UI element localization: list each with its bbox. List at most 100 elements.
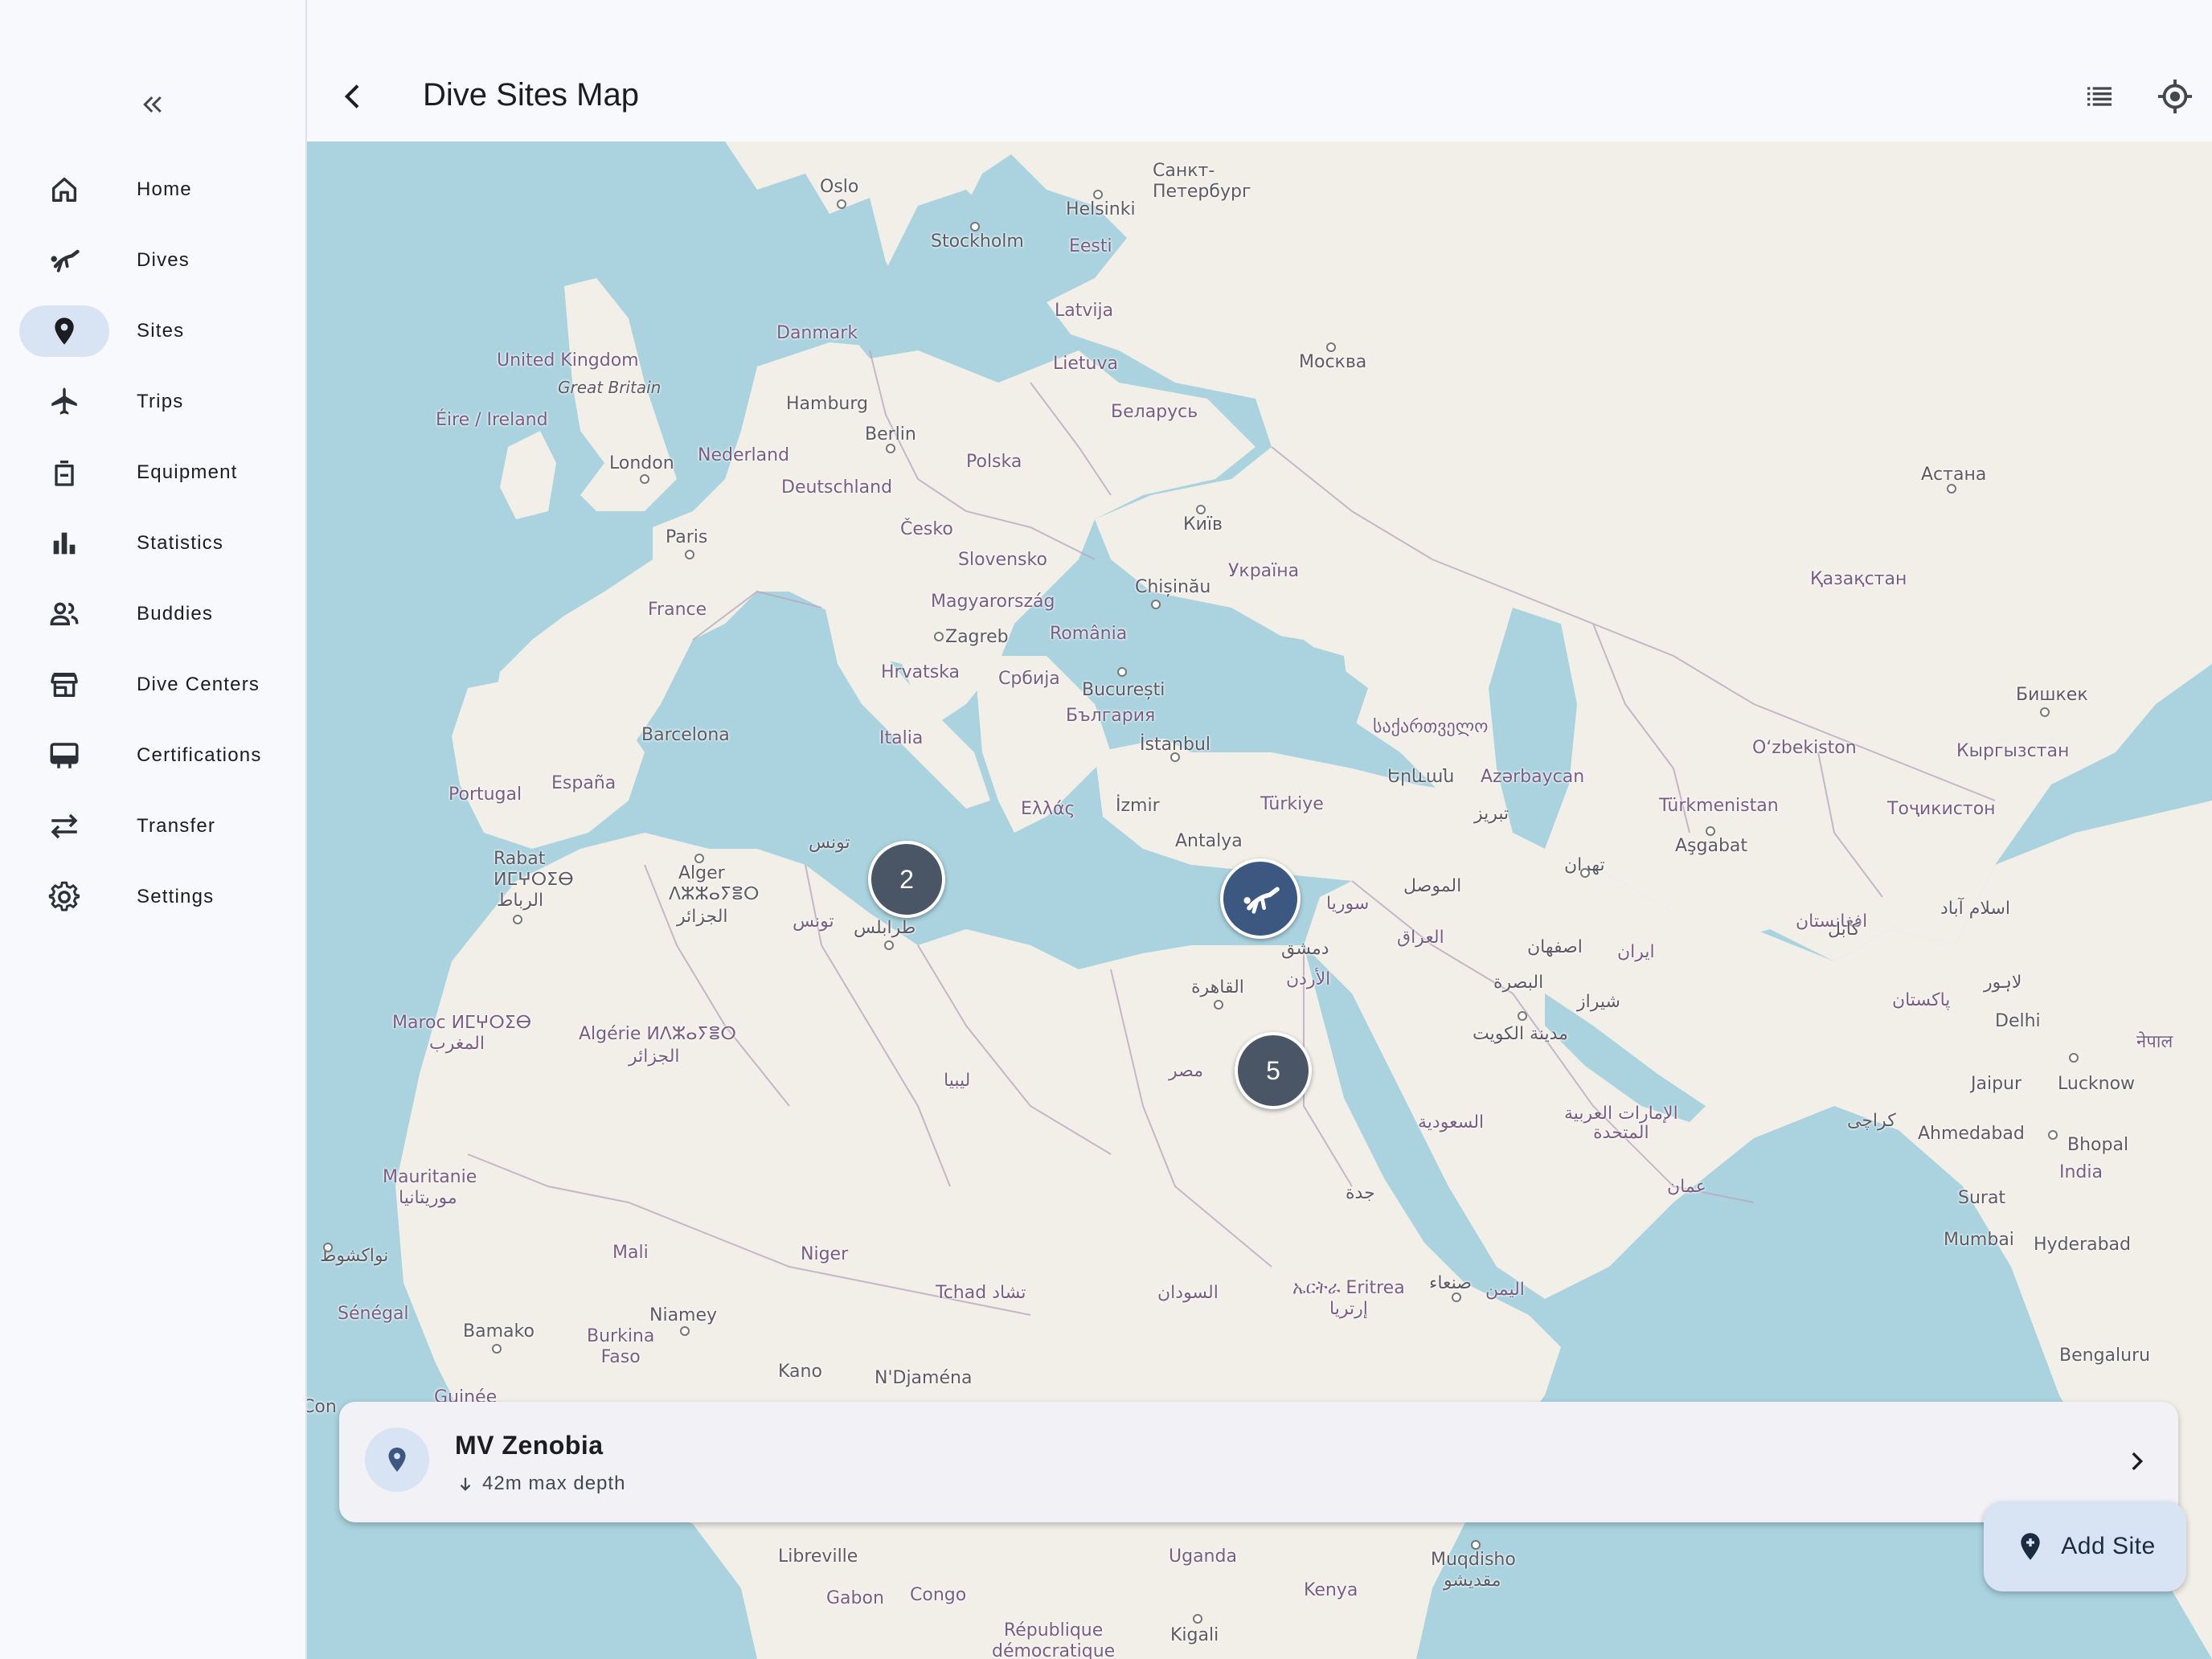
city-dot bbox=[2048, 1130, 2058, 1140]
collapse-sidebar-button[interactable] bbox=[132, 84, 174, 125]
map-label: București bbox=[1082, 680, 1165, 700]
city-dot bbox=[513, 915, 522, 924]
sidebar-item-transfer[interactable]: Transfer bbox=[19, 801, 293, 852]
city-dot bbox=[1471, 1540, 1481, 1550]
add-site-button[interactable]: Add Site bbox=[1984, 1501, 2186, 1591]
map-label: Oslo bbox=[820, 177, 859, 197]
location-pin-icon bbox=[19, 305, 109, 357]
city-dot bbox=[1326, 342, 1336, 352]
map-label: Україна bbox=[1228, 561, 1300, 581]
map-label: Қазақстан bbox=[1810, 569, 1907, 589]
city-dot bbox=[1580, 868, 1590, 878]
sidebar-item-settings[interactable]: Settings bbox=[19, 871, 293, 923]
map-label: España bbox=[551, 773, 616, 793]
map-label: مدينة الكويت bbox=[1473, 1024, 1568, 1044]
map-label: Portugal bbox=[449, 784, 522, 805]
diver-icon bbox=[19, 235, 109, 286]
sidebar-item-label: Certifications bbox=[137, 744, 262, 766]
map-label: اصفهان bbox=[1527, 937, 1583, 957]
sidebar-item-trips[interactable]: Trips bbox=[19, 376, 293, 428]
map-label: Eesti bbox=[1069, 236, 1112, 256]
site-cluster-marker[interactable]: 5 bbox=[1235, 1032, 1312, 1109]
map-label: ليبيا bbox=[944, 1071, 971, 1091]
city-dot bbox=[886, 444, 895, 453]
city-dot bbox=[323, 1243, 333, 1252]
map-label: السودان bbox=[1157, 1283, 1219, 1303]
city-dot bbox=[1706, 826, 1715, 836]
sidebar-item-buddies[interactable]: Buddies bbox=[19, 588, 293, 640]
map-label: صنعاء bbox=[1429, 1273, 1472, 1293]
map-label: الجزائر bbox=[629, 1047, 680, 1067]
map-label: Éire / Ireland bbox=[436, 410, 548, 430]
map-label: موريتانيا bbox=[399, 1188, 457, 1208]
navigation-rail: Home Dives Sites Trips Equipment Statist… bbox=[0, 0, 307, 1659]
map-label: Delhi bbox=[1995, 1011, 2041, 1031]
map-label: Gabon bbox=[826, 1588, 884, 1608]
map-label: Azərbaycan bbox=[1481, 767, 1585, 787]
map-label: Kano bbox=[778, 1362, 822, 1382]
sidebar-item-statistics[interactable]: Statistics bbox=[19, 518, 293, 569]
map-label: नेपाल bbox=[2136, 1032, 2173, 1052]
map-label: Aşgabat bbox=[1675, 836, 1748, 856]
sidebar-item-dives[interactable]: Dives bbox=[19, 235, 293, 286]
map-label: Burkina Faso bbox=[587, 1326, 655, 1367]
map-label: Niger bbox=[801, 1244, 849, 1264]
map-label: Bengaluru bbox=[2059, 1346, 2151, 1366]
map-label: Danmark bbox=[776, 323, 858, 343]
map-label: Italia bbox=[879, 728, 924, 748]
map-label: Ahmedabad bbox=[1918, 1124, 2025, 1144]
sidebar-item-sites[interactable]: Sites bbox=[19, 305, 293, 357]
map-label: Hyderabad bbox=[2034, 1235, 2131, 1255]
sidebar-item-equipment[interactable]: Equipment bbox=[19, 447, 293, 498]
map-label: Maroc ⵍⵎⵖⵔⵉⴱ bbox=[392, 1013, 532, 1033]
map-label: اليمن bbox=[1485, 1280, 1525, 1300]
map-label: Москва bbox=[1299, 352, 1367, 372]
my-location-button[interactable] bbox=[2153, 74, 2198, 119]
map-label: Тоҷикистон bbox=[1887, 799, 1996, 819]
map-label: Mumbai bbox=[1944, 1230, 2014, 1250]
sidebar-item-dive-centers[interactable]: Dive Centers bbox=[19, 659, 293, 711]
map-label: اسلام آباد bbox=[1940, 899, 2011, 919]
map-label: کراچی bbox=[1847, 1111, 1896, 1131]
diver-icon bbox=[1243, 887, 1280, 914]
map-label: العراق bbox=[1397, 928, 1444, 948]
map-label: Nederland bbox=[698, 445, 790, 465]
home-icon bbox=[19, 164, 109, 215]
map-label: Latvija bbox=[1055, 301, 1114, 321]
map-label: Barcelona bbox=[641, 725, 730, 745]
sidebar-item-label: Transfer bbox=[137, 815, 216, 837]
city-dot bbox=[2040, 707, 2050, 717]
map-label: Беларусь bbox=[1111, 402, 1198, 422]
selected-site-card[interactable]: MV Zenobia 42m max depth bbox=[339, 1402, 2178, 1522]
sidebar-item-label: Settings bbox=[137, 886, 215, 907]
sidebar-item-home[interactable]: Home bbox=[19, 164, 293, 215]
map-label: Berlin bbox=[865, 424, 916, 444]
dive-site-marker[interactable] bbox=[1220, 858, 1301, 939]
map-label: جدة bbox=[1346, 1183, 1375, 1203]
sidebar-item-label: Home bbox=[137, 178, 192, 200]
sidebar-item-certifications[interactable]: Certifications bbox=[19, 730, 293, 781]
map-label: سوريا bbox=[1326, 894, 1370, 914]
map-label: Algérie ⵍⴷⵣⴰⵢⴻⵔ bbox=[579, 1024, 736, 1044]
map-label: ⵍⵎⵖⵔⵉⴱ bbox=[494, 870, 574, 890]
open-site-button[interactable] bbox=[2114, 1437, 2159, 1485]
map-label: Ελλάς bbox=[1021, 799, 1075, 819]
back-button[interactable] bbox=[331, 71, 376, 122]
arrow-down-icon bbox=[460, 1477, 471, 1491]
map-label: United Kingdom bbox=[497, 350, 639, 371]
city-dot bbox=[694, 854, 704, 863]
site-cluster-marker[interactable]: 2 bbox=[868, 841, 945, 918]
map-label: Uganda bbox=[1169, 1546, 1237, 1567]
map-label: إرتريا bbox=[1329, 1299, 1368, 1319]
cluster-count: 2 bbox=[899, 864, 914, 894]
list-view-button[interactable] bbox=[2077, 74, 2122, 119]
city-dot bbox=[1117, 667, 1127, 677]
airplane-icon bbox=[19, 376, 109, 428]
map-label: دمشق bbox=[1281, 939, 1329, 959]
city-dot bbox=[1196, 505, 1206, 514]
map-label: Alger bbox=[678, 863, 725, 883]
map-label: لاہور bbox=[1984, 973, 2022, 993]
sidebar-item-label: Equipment bbox=[137, 461, 238, 483]
map-label: İzmir bbox=[1116, 796, 1160, 816]
map-label: България bbox=[1066, 706, 1156, 726]
